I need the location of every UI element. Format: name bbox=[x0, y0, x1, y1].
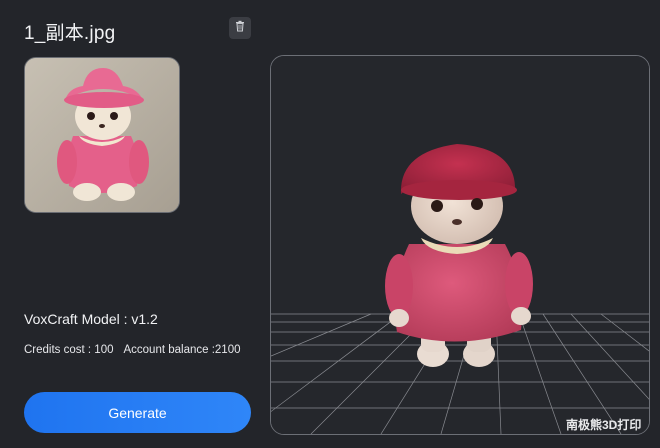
generate-button[interactable]: Generate bbox=[24, 392, 251, 433]
model-version-label: VoxCraft Model : v1.2 bbox=[24, 311, 158, 327]
3d-model-viewer[interactable] bbox=[270, 55, 650, 435]
account-balance: Account balance :2100 bbox=[123, 344, 241, 356]
credits-cost: Credits cost : 100 bbox=[24, 344, 114, 356]
credits-info: Credits cost : 100 Account balance :2100 bbox=[24, 344, 241, 356]
watermark-text: 南极熊3D打印 bbox=[566, 418, 642, 432]
source-image-thumbnail[interactable] bbox=[24, 57, 180, 213]
delete-button[interactable] bbox=[229, 17, 251, 39]
trash-icon bbox=[234, 19, 246, 37]
app-root: 1_副本.jpg VoxCraft Model: v1.2 Credits c… bbox=[0, 0, 660, 448]
file-name: 1_副本.jpg bbox=[24, 23, 116, 44]
3d-viewport-canvas[interactable] bbox=[271, 56, 649, 434]
